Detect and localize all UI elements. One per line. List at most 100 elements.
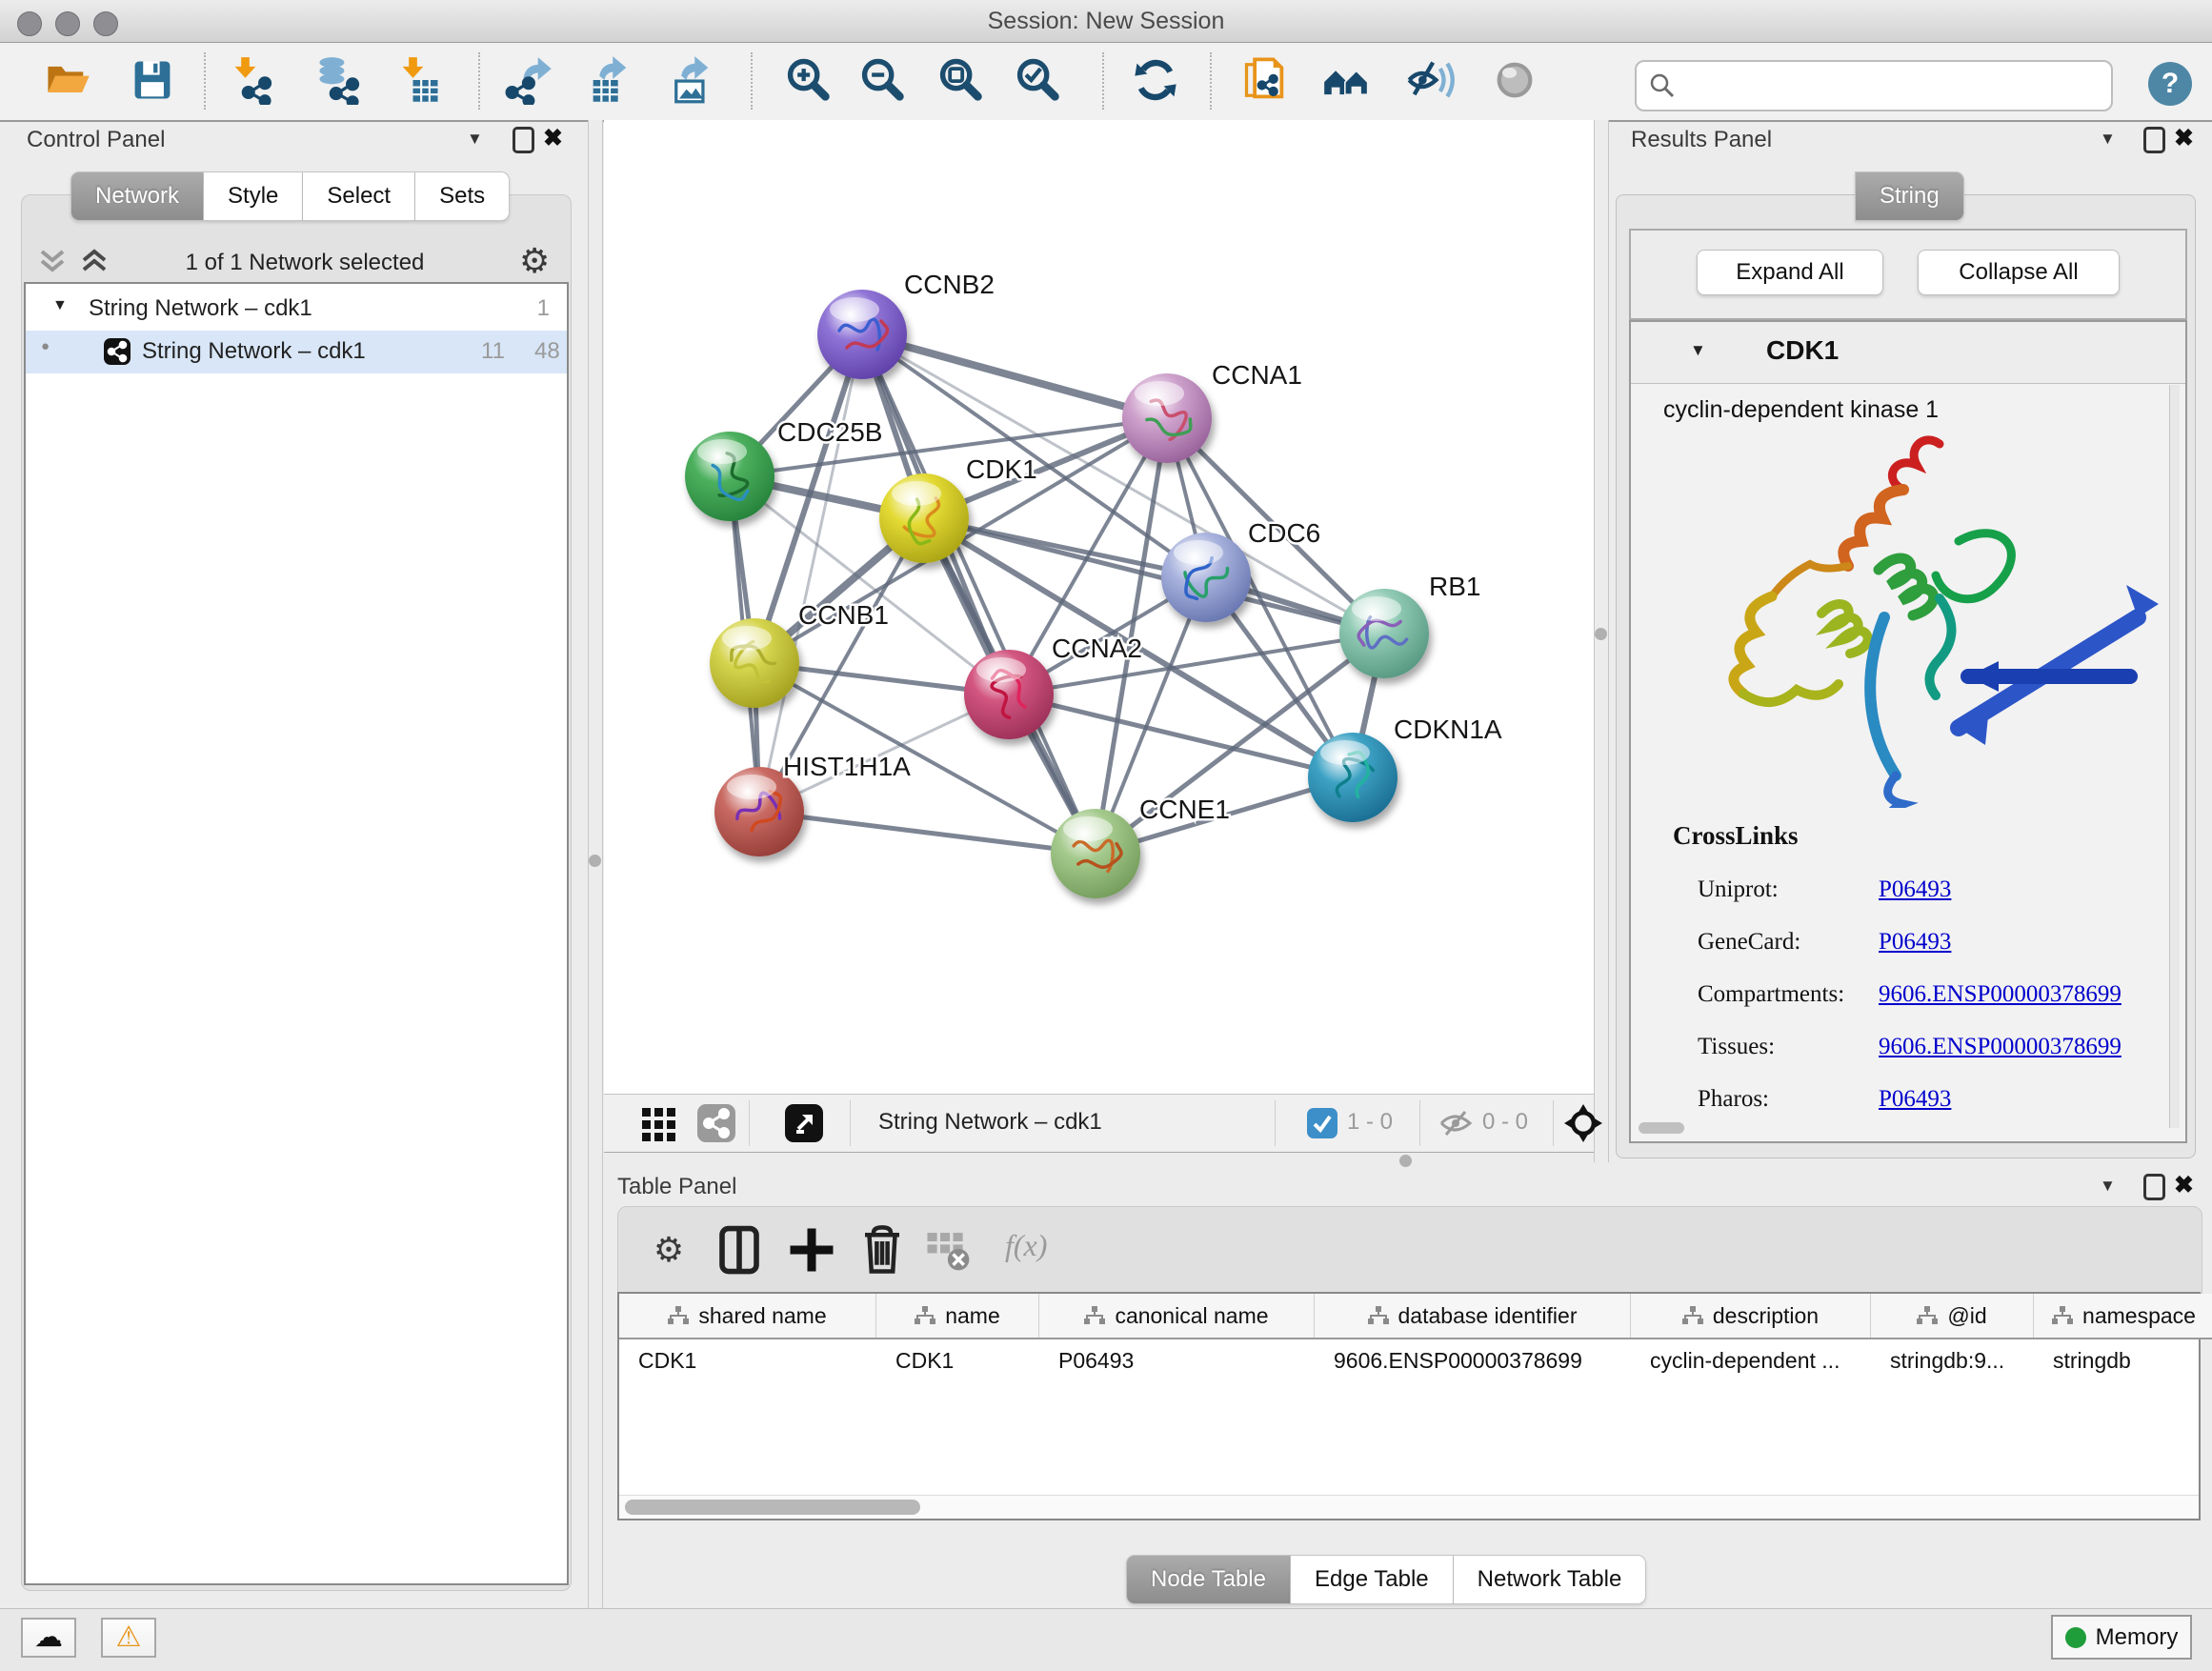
help-button[interactable]: ? <box>2148 62 2192 106</box>
results-vertical-scrollbar[interactable] <box>2169 385 2180 1128</box>
table-horizontal-scrollbar[interactable] <box>619 1495 2199 1519</box>
network-node-CCNB2 <box>817 290 907 379</box>
zoom-fit-button[interactable] <box>934 54 987 108</box>
tab-string[interactable]: String <box>1855 171 1964 221</box>
table-cell[interactable]: stringdb:9... <box>1871 1339 2034 1381</box>
table-panel-tabs: Node Table Edge Table Network Table <box>1126 1555 1646 1604</box>
control-panel-close-icon[interactable]: ✖ <box>543 124 563 152</box>
collapse-all-networks-button[interactable] <box>38 246 67 276</box>
network-node-CCNA2 <box>964 650 1054 739</box>
results-panel-close-icon[interactable]: ✖ <box>2174 124 2194 152</box>
tab-network-table[interactable]: Network Table <box>1454 1555 1647 1604</box>
node-count: 11 <box>481 338 505 365</box>
table-cell[interactable]: cyclin-dependent ... <box>1631 1339 1871 1381</box>
memory-button[interactable]: Memory <box>2051 1615 2192 1660</box>
table-cell[interactable]: CDK1 <box>876 1339 1039 1381</box>
import-network-from-database-button[interactable] <box>312 54 366 108</box>
tab-edge-table[interactable]: Edge Table <box>1291 1555 1454 1604</box>
left-splitter-handle[interactable] <box>589 855 601 867</box>
grid-view-button[interactable] <box>640 1104 678 1142</box>
control-panel-menu-icon[interactable]: ▼ <box>467 130 483 149</box>
selected-checkbox-icon[interactable] <box>1307 1108 1337 1138</box>
show-graphics-details-button[interactable] <box>1488 54 1541 108</box>
tab-select[interactable]: Select <box>303 171 415 221</box>
delete-table-button[interactable] <box>923 1224 975 1276</box>
tab-node-table[interactable]: Node Table <box>1126 1555 1291 1604</box>
detach-view-button[interactable] <box>785 1104 823 1142</box>
table-scrollbar-thumb[interactable] <box>625 1500 920 1515</box>
tree-expander-icon[interactable]: ▼ <box>52 297 68 314</box>
results-panel-float-icon[interactable] <box>2143 127 2165 153</box>
export-image-button[interactable] <box>665 54 718 108</box>
column-header-namespace[interactable]: namespace <box>2034 1294 2212 1338</box>
collapse-all-button[interactable]: Collapse All <box>1918 250 2120 295</box>
column-header-shared-name[interactable]: shared name <box>619 1294 876 1338</box>
birdseye-view-button[interactable] <box>1320 54 1374 108</box>
results-panel-menu-icon[interactable]: ▼ <box>2100 130 2116 149</box>
crosslink-row: Tissues:9606.ENSP00000378699 <box>1698 1020 2122 1073</box>
export-table-button[interactable] <box>583 54 636 108</box>
network-options-gear-icon[interactable]: ⚙ <box>519 244 550 278</box>
status-bar: ☁ ⚠ Memory <box>0 1608 2212 1671</box>
table-cell[interactable]: 9606.ENSP00000378699 <box>1315 1339 1631 1381</box>
birdseye-toggle-button[interactable] <box>1564 1104 1602 1142</box>
crosslink-link[interactable]: 9606.ENSP00000378699 <box>1879 981 2122 1008</box>
right-splitter[interactable] <box>1594 120 1609 1162</box>
expand-all-button[interactable]: Expand All <box>1697 250 1883 295</box>
network-view-share-button[interactable] <box>697 1104 735 1142</box>
import-network-button[interactable] <box>225 54 278 108</box>
cloud-status-button[interactable]: ☁ <box>21 1618 76 1658</box>
function-builder-icon[interactable]: f(x) <box>1005 1228 1047 1263</box>
network-node-CCNE1 <box>1051 809 1140 898</box>
show-columns-button[interactable] <box>714 1224 765 1276</box>
table-cell[interactable]: CDK1 <box>619 1339 876 1381</box>
table-cell[interactable]: stringdb <box>2034 1339 2212 1381</box>
column-header-database-identifier[interactable]: database identifier <box>1315 1294 1631 1338</box>
table-panel-float-icon[interactable] <box>2143 1174 2165 1200</box>
crosslink-link[interactable]: P06493 <box>1879 1086 1951 1113</box>
crosslink-link[interactable]: 9606.ENSP00000378699 <box>1879 1034 2122 1060</box>
network-canvas[interactable]: CCNB2CCNA1CDC25BCDK1CDC6RB1CCNB1CCNA2CDK… <box>604 120 1594 1094</box>
table-cell[interactable]: P06493 <box>1039 1339 1315 1381</box>
search-input[interactable] <box>1688 66 2101 104</box>
network-collection-row[interactable]: ▼ String Network – cdk1 1 <box>26 288 567 331</box>
apply-layout-button[interactable] <box>1129 54 1182 108</box>
save-session-button[interactable] <box>126 54 179 108</box>
crosslink-link[interactable]: P06493 <box>1879 876 1951 903</box>
delete-column-button[interactable] <box>856 1224 908 1276</box>
search-icon <box>1648 71 1677 100</box>
tab-sets[interactable]: Sets <box>415 171 510 221</box>
network-share-icon <box>104 338 131 365</box>
column-header-name[interactable]: name <box>876 1294 1039 1338</box>
zoom-in-button[interactable] <box>781 54 835 108</box>
crosslink-link[interactable]: P06493 <box>1879 929 1951 956</box>
table-panel-close-icon[interactable]: ✖ <box>2174 1171 2194 1199</box>
open-session-button[interactable] <box>41 54 94 108</box>
string-network-graph[interactable]: CCNB2CCNA1CDC25BCDK1CDC6RB1CCNB1CCNA2CDK… <box>604 120 1594 1094</box>
horizontal-splitter-handle[interactable] <box>1399 1155 1412 1167</box>
import-table-button[interactable] <box>392 54 446 108</box>
column-header--id[interactable]: @id <box>1871 1294 2034 1338</box>
column-header-description[interactable]: description <box>1631 1294 1871 1338</box>
table-panel-menu-icon[interactable]: ▼ <box>2100 1177 2116 1196</box>
export-network-button[interactable] <box>503 54 556 108</box>
expand-all-networks-button[interactable] <box>80 246 109 276</box>
table-settings-gear-button[interactable]: ⚙ <box>643 1224 694 1276</box>
tab-network[interactable]: Network <box>70 171 204 221</box>
zoom-out-button[interactable] <box>855 54 909 108</box>
zoom-selected-button[interactable] <box>1011 54 1064 108</box>
tab-style[interactable]: Style <box>204 171 303 221</box>
hide-graphics-details-button[interactable] <box>1404 54 1458 108</box>
gene-section-header[interactable]: ▼ CDK1 <box>1631 322 2185 384</box>
gene-expander-icon[interactable]: ▼ <box>1690 341 1706 360</box>
warnings-button[interactable]: ⚠ <box>101 1618 156 1658</box>
create-column-button[interactable] <box>786 1224 837 1276</box>
control-panel-float-icon[interactable] <box>513 127 534 153</box>
results-horizontal-scrollbar-thumb[interactable] <box>1639 1122 1684 1134</box>
right-splitter-handle[interactable] <box>1595 628 1607 640</box>
network-snapshot-button[interactable] <box>1238 54 1292 108</box>
table-row[interactable]: CDK1CDK1P064939606.ENSP00000378699cyclin… <box>619 1339 2212 1381</box>
network-row-selected[interactable]: ● String Network – cdk1 11 48 <box>26 331 567 373</box>
column-header-canonical-name[interactable]: canonical name <box>1039 1294 1315 1338</box>
crosslink-label: Uniprot: <box>1698 876 1879 903</box>
